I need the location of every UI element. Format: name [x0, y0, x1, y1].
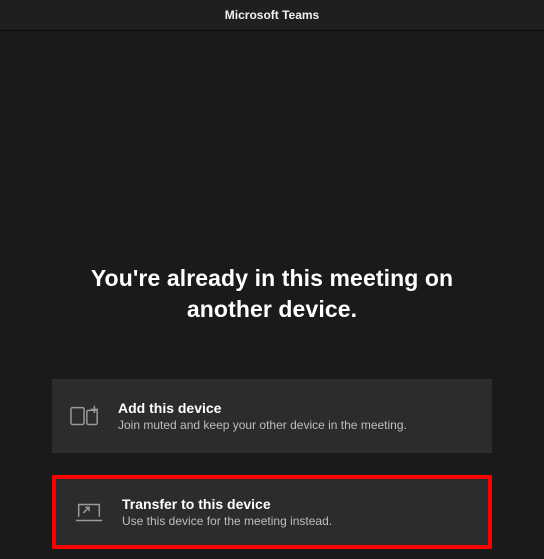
transfer-device-subtitle: Use this device for the meeting instead.	[122, 514, 332, 528]
add-device-icon	[70, 401, 100, 431]
join-options: Add this device Join muted and keep your…	[48, 379, 496, 549]
transfer-highlight: Transfer to this device Use this device …	[52, 475, 492, 549]
add-device-subtitle: Join muted and keep your other device in…	[118, 418, 407, 432]
add-device-text: Add this device Join muted and keep your…	[118, 400, 407, 432]
transfer-to-this-device-button[interactable]: Transfer to this device Use this device …	[56, 479, 488, 545]
main-content: You're already in this meeting on anothe…	[0, 31, 544, 559]
heading-wrap: You're already in this meeting on anothe…	[48, 263, 496, 325]
transfer-device-icon	[74, 497, 104, 527]
window-title: Microsoft Teams	[225, 8, 319, 22]
add-this-device-button[interactable]: Add this device Join muted and keep your…	[52, 379, 492, 453]
window-titlebar: Microsoft Teams	[0, 0, 544, 31]
transfer-device-title: Transfer to this device	[122, 496, 332, 512]
transfer-device-text: Transfer to this device Use this device …	[122, 496, 332, 528]
already-in-meeting-heading: You're already in this meeting on anothe…	[48, 263, 496, 325]
add-device-title: Add this device	[118, 400, 407, 416]
